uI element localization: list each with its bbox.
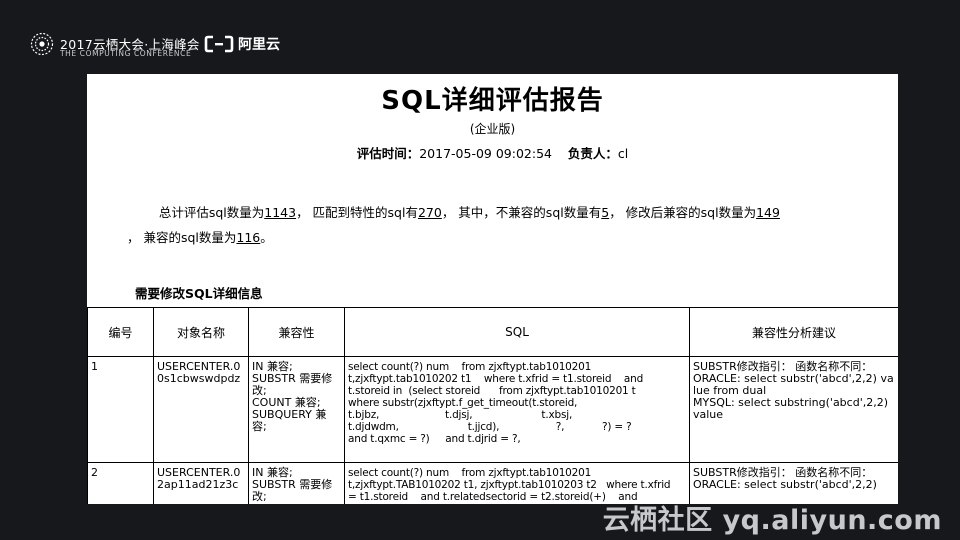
summary-text: ， 其中，不兼容的sql数量有	[441, 205, 602, 220]
table-header-row: 编号 对象名称 兼容性 SQL 兼容性分析建议	[87, 307, 898, 357]
summary-text: 。	[260, 230, 273, 245]
summary-text: ， 匹配到特性的sql有	[296, 205, 418, 220]
summary-text: ， 修改后兼容的sql数量为	[609, 205, 757, 220]
conference-subtitle: THE COMPUTING CONFERENCE	[60, 49, 192, 58]
report-title: SQL详细评估报告	[381, 86, 604, 116]
watermark: 云栖社区 yq.aliyun.com	[602, 505, 942, 536]
brand-name: 阿里云	[238, 37, 280, 53]
column-header-id: 编号	[87, 307, 154, 357]
fixed-sql-count: 149	[756, 205, 780, 220]
row-id-cell: 1	[87, 356, 154, 463]
summary-text: 总计评估sql数量为	[158, 205, 265, 220]
aliyun-logo-icon	[204, 35, 234, 53]
object-name-cell: USERCENTER.02ap11ad21z3c	[153, 462, 249, 504]
report-page: SQL详细评估报告 (企业版) 评估时间：2017-05-09 09:02:54…	[87, 74, 898, 504]
column-header-advice: 兼容性分析建议	[689, 307, 898, 357]
report-meta: 评估时间：2017-05-09 09:02:54 负责人：cl	[87, 143, 898, 162]
advice-cell: SUBSTR修改指引： 函数名称不同： ORACLE: select subst…	[689, 356, 898, 463]
column-header-object: 对象名称	[153, 307, 249, 357]
table-row: 1 USERCENTER.00s1cbwswdpdz IN 兼容; SUBSTR…	[87, 356, 898, 463]
report-edition: (企业版)	[469, 122, 516, 136]
compatible-sql-count: 116	[236, 230, 261, 245]
conference-logo-icon	[30, 32, 54, 56]
compat-cell: IN 兼容; SUBSTR 需要修改; COUNT 兼容; SUBQUERY 兼…	[248, 356, 345, 463]
total-sql-count: 1143	[264, 205, 297, 220]
compat-cell: IN 兼容; SUBSTR 需要修改;	[248, 462, 345, 504]
eval-time-value: 2017-05-09 09:02:54	[419, 146, 552, 161]
matched-sql-count: 270	[417, 205, 442, 220]
summary-text: ， 兼容的sql数量为	[127, 230, 237, 245]
sql-detail-table: 编号 对象名称 兼容性 SQL 兼容性分析建议 1 USERCENTER.00s…	[87, 307, 898, 504]
conference-header: 2017云栖大会·上海峰会 THE COMPUTING CONFERENCE 阿…	[0, 0, 960, 74]
owner-label: 负责人：	[567, 146, 618, 161]
summary-paragraph: 总计评估sql数量为1143， 匹配到特性的sql有270， 其中，不兼容的sq…	[127, 200, 851, 250]
eval-time-label: 评估时间：	[356, 146, 420, 161]
owner-value: cl	[617, 146, 629, 161]
row-id-cell: 2	[87, 462, 154, 504]
object-name-cell: USERCENTER.00s1cbwswdpdz	[153, 356, 249, 463]
incompatible-sql-count: 5	[601, 205, 610, 220]
sql-cell: select count(?) num from zjxftypt.tab101…	[344, 356, 690, 463]
column-header-compat: 兼容性	[248, 307, 345, 357]
section-heading: 需要修改SQL详细信息	[135, 286, 263, 301]
column-header-sql: SQL	[344, 307, 690, 357]
